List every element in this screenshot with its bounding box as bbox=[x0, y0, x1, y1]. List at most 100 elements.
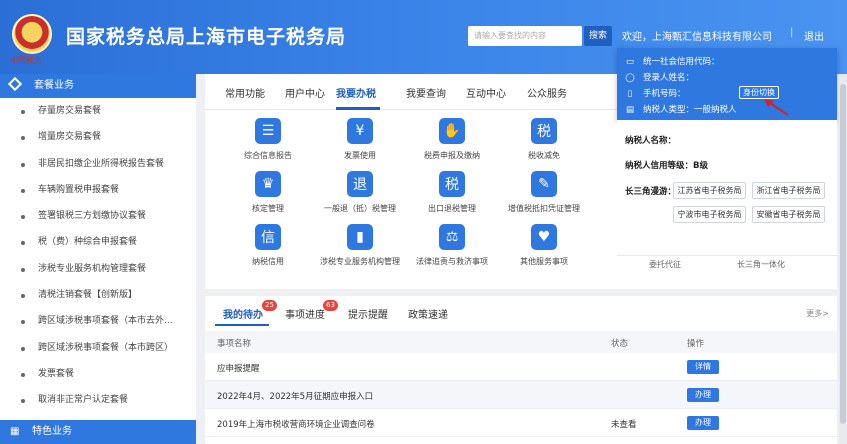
tab-query[interactable]: 我要查询 bbox=[406, 85, 446, 100]
sidebar-item[interactable]: 非居民扣缴企业所得税报告套餐 bbox=[0, 151, 196, 177]
sidebar-item-label: 增量房交易套餐 bbox=[38, 132, 102, 143]
tab-policy-news[interactable]: 政策速递 bbox=[408, 306, 448, 321]
sidebar-item[interactable]: 清税注销套餐【创新版】 bbox=[0, 282, 196, 308]
col-status: 状态 bbox=[611, 339, 629, 349]
sidebar-item[interactable]: 涉税专业服务机构管理套餐 bbox=[0, 256, 196, 282]
detail-button[interactable]: 详情 bbox=[687, 360, 719, 374]
search-button[interactable]: 搜索 bbox=[584, 26, 612, 46]
header-separator: | bbox=[790, 27, 794, 38]
handle-button[interactable]: 办理 bbox=[687, 416, 719, 430]
row-name[interactable]: 2019年上海市税收营商环境企业调查问卷 bbox=[217, 418, 375, 430]
entrusted-collection-link[interactable]: 委托代征 bbox=[649, 259, 681, 270]
search-input[interactable]: 请输入要查找的内容 bbox=[468, 26, 582, 46]
package-icon bbox=[7, 76, 23, 92]
taxpayer-name-label: 纳税人名称： bbox=[625, 136, 677, 146]
tab-do-tax[interactable]: 我要办税 bbox=[336, 85, 376, 100]
function-item[interactable]: ⚖ 法律追责与救济事项 bbox=[407, 224, 497, 267]
function-item[interactable]: 税出口退税管理 bbox=[407, 171, 497, 214]
phone-label: 手机号码： bbox=[643, 89, 686, 99]
welcome-text[interactable]: 欢迎，上海甄汇信息科技有限公司 bbox=[622, 28, 772, 43]
tab-my-todo[interactable]: 我的待办 bbox=[223, 306, 263, 321]
function-label: 其他服务事项 bbox=[520, 257, 568, 266]
function-item[interactable]: 税税收减免 bbox=[499, 118, 589, 161]
bullet-icon bbox=[21, 110, 25, 114]
sidebar-item[interactable]: 存量房交易套餐 bbox=[0, 98, 196, 124]
function-item[interactable]: ♛ 核定管理 bbox=[223, 171, 313, 214]
sidebar-item[interactable]: 跨区域涉税事项套餐（本市跨区） bbox=[0, 335, 196, 361]
function-label: 税费申报及缴纳 bbox=[424, 151, 480, 160]
function-item[interactable]: ✎ 增值税抵扣凭证管理 bbox=[499, 171, 589, 214]
sidebar-item-label: 车辆购置税申报套餐 bbox=[38, 184, 120, 195]
function-item[interactable]: 信纳税信用 bbox=[223, 224, 313, 267]
sidebar-item[interactable]: 增量房交易套餐 bbox=[0, 124, 196, 150]
sidebar-item[interactable]: 取消非正常户认定套餐 bbox=[0, 387, 196, 413]
taxpayer-type-row: ▤ 纳税人类型：一般纳税人 bbox=[625, 103, 737, 115]
tag-jiangsu[interactable]: 江苏省电子税务局 bbox=[673, 182, 746, 199]
function-item[interactable]: ¥ 发票使用 bbox=[315, 118, 405, 161]
sidebar-item[interactable]: 跨区域涉税事项套餐（本市去外... bbox=[0, 308, 196, 334]
function-label: 一般退（抵）税管理 bbox=[324, 204, 396, 213]
tab-interaction[interactable]: 互动中心 bbox=[466, 85, 506, 100]
id-card-icon: ▭ bbox=[625, 57, 635, 67]
handle-button[interactable]: 办理 bbox=[687, 388, 719, 402]
sidebar-item-label: 跨区域涉税事项套餐（本市跨区） bbox=[38, 342, 174, 353]
bullet-icon bbox=[21, 346, 25, 351]
credit-code-label: 统一社会信用代码： bbox=[643, 57, 720, 67]
tab-common[interactable]: 常用功能 bbox=[225, 85, 265, 100]
progress-count-badge: 63 bbox=[323, 300, 338, 311]
sidebar-item-label: 跨区域涉税事项套餐（本市去外... bbox=[38, 316, 173, 327]
sidebar-item[interactable]: 税（费）种综合申报套餐 bbox=[0, 229, 196, 255]
law-icon: ⚖ bbox=[439, 224, 465, 250]
tag-zhejiang[interactable]: 浙江省电子税务局 bbox=[752, 182, 825, 199]
function-item[interactable]: ♥ 其他服务事项 bbox=[499, 224, 589, 267]
tag-ningbo[interactable]: 宁波市电子税务局 bbox=[673, 206, 746, 223]
row-name[interactable]: 应申报提醒 bbox=[217, 362, 260, 374]
bullet-icon bbox=[21, 136, 25, 141]
sidebar-footer[interactable]: ▦ 特色业务 bbox=[0, 420, 196, 444]
row-status: 未查看 bbox=[611, 420, 637, 430]
sidebar-item-label: 存量房交易套餐 bbox=[38, 106, 102, 116]
user-icon: ◯ bbox=[625, 73, 635, 83]
scrollbar-thumb[interactable] bbox=[840, 84, 846, 424]
main-tabs: 常用功能 用户中心 我要办税 我要查询 互动中心 公众服务 bbox=[205, 74, 621, 110]
more-link[interactable]: 更多> bbox=[806, 308, 829, 319]
bullet-icon bbox=[21, 215, 25, 220]
row-name[interactable]: 2022年4月、2022年5月征期应申报入口 bbox=[217, 390, 373, 402]
sidebar-item-label: 涉税专业服务机构管理套餐 bbox=[38, 263, 147, 274]
table-row: 2019年上海市税收营商环境企业调查问卷 未查看 办理 bbox=[205, 409, 837, 437]
phone-icon: ▯ bbox=[627, 89, 633, 99]
tab-reminders[interactable]: 提示提醒 bbox=[348, 306, 388, 321]
report-icon: ☰ bbox=[255, 118, 281, 144]
taxpayer-type-label: 纳税人类型：一般纳税人 bbox=[643, 105, 737, 115]
sidebar-header-label: 套餐业务 bbox=[34, 80, 74, 91]
sidebar-item[interactable]: 发票套餐 bbox=[0, 361, 196, 387]
page-scrollbar[interactable] bbox=[839, 74, 847, 444]
sidebar-item[interactable]: 车辆购置税申报套餐 bbox=[0, 177, 196, 203]
tab-progress[interactable]: 事项进度 bbox=[285, 306, 325, 321]
sidebar-item[interactable]: 签署银税三方划缴协议套餐 bbox=[0, 203, 196, 229]
yrd-roaming-label: 长三角漫游： bbox=[625, 187, 677, 197]
function-item[interactable]: ▮ 涉税专业服务机构管理 bbox=[315, 224, 405, 267]
function-item[interactable]: ☰ 综合信息报告 bbox=[223, 118, 313, 161]
sidebar-item-label: 签署银税三方划缴协议套餐 bbox=[38, 211, 147, 222]
tag-anhui[interactable]: 安徽省电子税务局 bbox=[752, 206, 825, 223]
right-shortcuts: 委托代征 长三角一体化 bbox=[617, 255, 837, 289]
logout-link[interactable]: 退出 bbox=[804, 28, 824, 43]
yrd-integration-link[interactable]: 长三角一体化 bbox=[737, 259, 785, 270]
function-label: 核定管理 bbox=[252, 204, 284, 213]
active-tab-indicator bbox=[336, 107, 380, 110]
sidebar-item-label: 税（费）种综合申报套餐 bbox=[38, 237, 138, 248]
invoice-icon: ¥ bbox=[347, 118, 373, 144]
tab-user-center[interactable]: 用户中心 bbox=[285, 85, 325, 100]
site-title: 国家税务总局上海市电子税务局 bbox=[66, 26, 347, 48]
function-item[interactable]: 退一般退（抵）税管理 bbox=[315, 171, 405, 214]
credit-code-row: ▭ 统一社会信用代码： bbox=[625, 55, 720, 67]
bullet-icon bbox=[21, 241, 25, 246]
tax-emblem-icon bbox=[12, 14, 52, 54]
function-label: 综合信息报告 bbox=[244, 151, 292, 160]
function-item[interactable]: ✋ 税费申报及缴纳 bbox=[407, 118, 497, 161]
table-row: 2022年4月、2022年5月征期应申报入口 办理 bbox=[205, 381, 837, 409]
grid-icon: ▦ bbox=[10, 426, 20, 437]
tab-public-service[interactable]: 公众服务 bbox=[527, 85, 567, 100]
sidebar-header[interactable]: 套餐业务 bbox=[0, 74, 196, 98]
